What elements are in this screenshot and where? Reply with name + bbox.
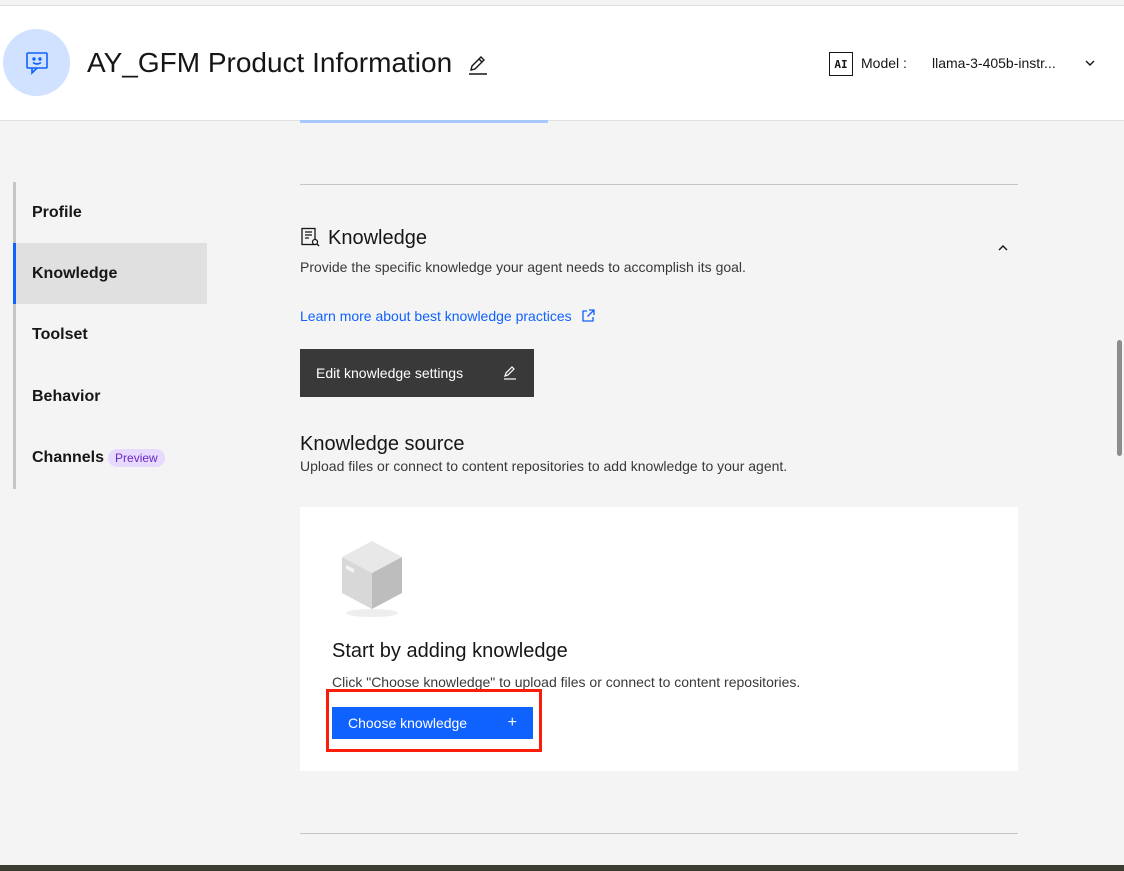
model-dropdown[interactable]: llama-3-405b-instr... [932, 52, 1096, 74]
model-value: llama-3-405b-instr... [932, 55, 1056, 71]
sidenav-item-label: Toolset [32, 325, 88, 343]
section-divider [300, 833, 1018, 834]
learn-more-link[interactable]: Learn more about best knowledge practice… [300, 307, 596, 325]
external-link-icon [581, 309, 595, 322]
package-box-icon [342, 541, 402, 617]
learn-more-link-text: Learn more about best knowledge practice… [300, 308, 572, 324]
sidenav-item-toolset[interactable]: Toolset [16, 304, 207, 365]
section-divider [300, 184, 1018, 185]
sidenav-item-behavior[interactable]: Behavior [16, 366, 207, 427]
knowledge-section-description: Provide the specific knowledge your agen… [300, 259, 746, 275]
knowledge-section-title: Knowledge [328, 227, 427, 249]
empty-state-card: Start by adding knowledge Click "Choose … [300, 507, 1018, 771]
vertical-scrollbar[interactable] [1117, 340, 1122, 456]
sidenav-item-label: Channels [32, 448, 105, 466]
knowledge-icon [301, 227, 320, 247]
page-title: AY_GFM Product Information [87, 47, 453, 78]
sidenav-item-label: Knowledge [32, 264, 118, 282]
page-header: AY_GFM Product Information AI Model : ll… [0, 5, 1124, 121]
section-indicator [300, 120, 548, 123]
collapse-section-button[interactable] [994, 239, 1012, 257]
window-bottom-edge [0, 865, 1124, 871]
knowledge-source-description: Upload files or connect to content repos… [300, 458, 788, 474]
model-label: Model : [861, 55, 907, 71]
choose-knowledge-label: Choose knowledge [348, 715, 468, 731]
chevron-down-icon [1085, 60, 1095, 66]
preview-tag: Preview [108, 448, 165, 467]
plus-icon: + [507, 714, 517, 731]
sidenav-item-profile[interactable]: Profile [16, 182, 207, 243]
knowledge-source-title: Knowledge source [300, 433, 465, 455]
agent-avatar [3, 29, 70, 96]
sidenav-item-channels[interactable]: Channels Preview [16, 427, 207, 488]
ai-icon: AI [829, 52, 853, 76]
pencil-icon [469, 56, 487, 75]
edit-knowledge-settings-label: Edit knowledge settings [316, 365, 464, 381]
chevron-up-icon [998, 245, 1008, 251]
edit-title-button[interactable] [466, 53, 490, 77]
edit-knowledge-settings-button[interactable]: Edit knowledge settings [300, 349, 534, 397]
choose-knowledge-button[interactable]: Choose knowledge + [332, 707, 533, 739]
sidenav-item-knowledge[interactable]: Knowledge [13, 243, 207, 304]
empty-state-title: Start by adding knowledge [332, 640, 568, 662]
sidenav-item-label: Behavior [32, 387, 101, 405]
chat-bot-icon [25, 51, 48, 75]
side-navigation: Profile Knowledge Toolset Behavior Chann… [13, 182, 207, 489]
pencil-icon [504, 366, 516, 380]
sidenav-item-label: Profile [32, 203, 82, 221]
